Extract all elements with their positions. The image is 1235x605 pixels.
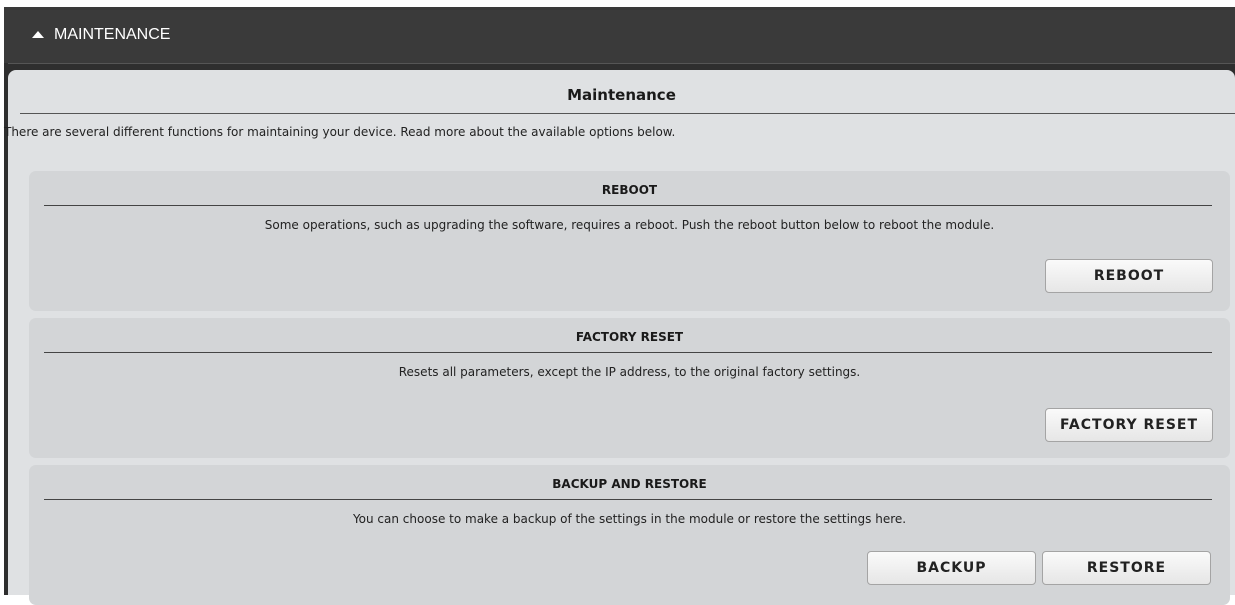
section-header[interactable]: MAINTENANCE — [4, 7, 1235, 64]
section-header-title: MAINTENANCE — [54, 26, 171, 43]
page-title: Maintenance — [567, 86, 676, 104]
reboot-button[interactable]: REBOOT — [1045, 259, 1213, 293]
backup-restore-panel-description: You can choose to make a backup of the s… — [352, 512, 907, 526]
title-divider — [20, 113, 1235, 114]
backup-button[interactable]: BACKUP — [867, 551, 1036, 585]
backup-restore-panel-title: BACKUP AND RESTORE — [552, 477, 707, 491]
backup-restore-panel: BACKUP AND RESTORE You can choose to mak… — [29, 465, 1230, 605]
reboot-panel-divider — [44, 205, 1212, 206]
reboot-panel-description: Some operations, such as upgrading the s… — [264, 218, 995, 232]
intro-text: There are several different functions fo… — [4, 125, 676, 139]
factory-reset-panel-divider — [44, 352, 1212, 353]
maintenance-content: Maintenance There are several different … — [4, 70, 1235, 605]
reboot-panel-title: REBOOT — [601, 183, 658, 197]
factory-reset-panel: FACTORY RESET Resets all parameters, exc… — [29, 318, 1230, 458]
factory-reset-button[interactable]: FACTORY RESET — [1045, 408, 1213, 442]
backup-restore-panel-divider — [44, 499, 1212, 500]
caret-up-icon[interactable] — [32, 30, 44, 38]
reboot-panel: REBOOT Some operations, such as upgradin… — [29, 171, 1230, 311]
factory-reset-panel-title: FACTORY RESET — [575, 330, 684, 344]
maintenance-window: MAINTENANCE Maintenance There are severa… — [4, 7, 1235, 605]
restore-button[interactable]: RESTORE — [1042, 551, 1211, 585]
factory-reset-panel-description: Resets all parameters, except the IP add… — [398, 365, 861, 379]
